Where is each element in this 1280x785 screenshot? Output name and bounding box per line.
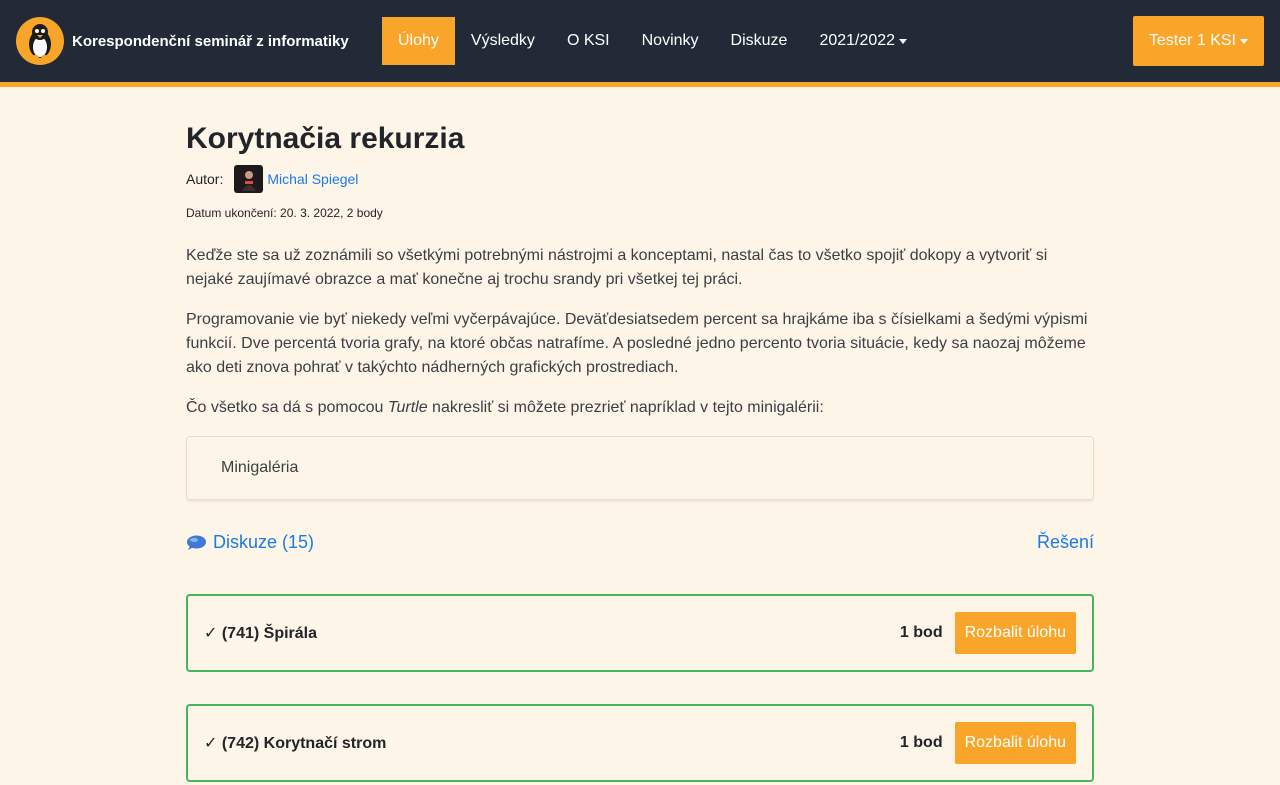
turtle-emphasis: Turtle bbox=[387, 399, 428, 416]
author-link[interactable]: Michal Spiegel bbox=[267, 171, 358, 187]
deadline-info: Datum ukončení: 20. 3. 2022, 2 body bbox=[186, 206, 383, 220]
page-title: Korytnačia rekurzia bbox=[186, 122, 465, 155]
navbar: Korespondenční seminář z informatiky Úlo… bbox=[0, 0, 1280, 87]
task-points: 1 bod bbox=[899, 624, 943, 641]
main-content: Korytnačia rekurzia Autor: Michal Spiege… bbox=[186, 87, 1094, 782]
task-actions: 1 bod Rozbalit úlohu bbox=[900, 722, 1076, 764]
speech-bubble-icon bbox=[187, 535, 206, 550]
caret-down-icon bbox=[899, 38, 908, 44]
paragraph-text-start: Čo všetko sa dá s pomocou bbox=[186, 399, 388, 416]
nav-tasks[interactable]: Úlohy bbox=[382, 17, 455, 65]
brand[interactable]: Korespondenční seminář z informatiky bbox=[16, 17, 349, 65]
brand-title: Korespondenční seminář z informatiky bbox=[72, 32, 349, 50]
expand-task-button[interactable]: Rozbalit úlohu bbox=[954, 612, 1076, 654]
paragraph-programming: Programovanie vie byť niekedy veľmi vyče… bbox=[186, 311, 1088, 376]
task-points: 1 bod bbox=[899, 734, 943, 751]
nav-about[interactable]: O KSI bbox=[551, 17, 626, 65]
discussion-row: Diskuze (15) Řešení bbox=[186, 530, 1094, 554]
paragraph-intro: Keďže ste sa už zoznámili so všetkými po… bbox=[186, 247, 1048, 288]
main-nav: Úlohy Výsledky O KSI Novinky Diskuze 202… bbox=[382, 17, 923, 65]
task-card: ✓ (742) Korytnačí strom 1 bod Rozbalit ú… bbox=[186, 704, 1094, 782]
user-menu-button[interactable]: Tester 1 KSI bbox=[1132, 16, 1264, 66]
discussion-link[interactable]: Diskuze (15) bbox=[186, 532, 314, 553]
minigallery-label: Minigaléria bbox=[221, 459, 299, 476]
discussion-label: Diskuze (15) bbox=[213, 531, 315, 552]
minigallery-panel[interactable]: Minigaléria bbox=[186, 436, 1094, 500]
paragraph-text-end: nakresliť si môžete prezrieť napríklad v… bbox=[427, 399, 824, 416]
author-label: Autor: bbox=[186, 171, 224, 187]
year-dropdown-label: 2021/2022 bbox=[819, 32, 896, 49]
nav-results[interactable]: Výsledky bbox=[455, 17, 551, 65]
task-title: ✓ (741) Špirála bbox=[204, 625, 318, 642]
year-dropdown[interactable]: 2021/2022 bbox=[803, 17, 923, 65]
task-actions: 1 bod Rozbalit úlohu bbox=[900, 612, 1076, 654]
solution-link[interactable]: Řešení bbox=[1037, 532, 1094, 553]
author-avatar bbox=[234, 165, 264, 193]
paragraph-gallery-intro: Čo všetko sa dá s pomocou Turtle nakresl… bbox=[186, 396, 1094, 420]
caret-down-icon bbox=[1240, 38, 1248, 44]
nav-news[interactable]: Novinky bbox=[626, 17, 715, 65]
nav-discussion[interactable]: Diskuze bbox=[715, 17, 804, 65]
task-card: ✓ (741) Špirála 1 bod Rozbalit úlohu bbox=[186, 594, 1094, 672]
penguin-logo-icon bbox=[16, 17, 64, 65]
user-name: Tester 1 KSI bbox=[1148, 32, 1236, 49]
author-line: Autor: Michal Spiegel bbox=[186, 165, 1094, 193]
task-title: ✓ (742) Korytnačí strom bbox=[204, 735, 387, 752]
expand-task-button[interactable]: Rozbalit úlohu bbox=[954, 722, 1076, 764]
